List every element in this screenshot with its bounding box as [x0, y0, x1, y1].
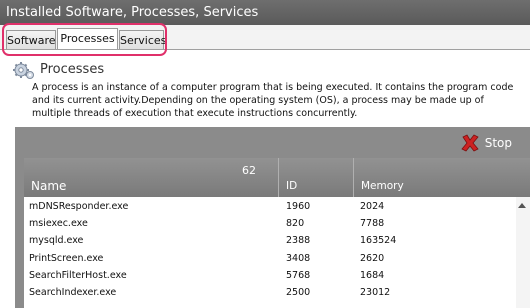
stop-label: Stop — [484, 136, 512, 150]
cell-id: 5768 — [286, 269, 311, 281]
cell-memory: 23012 — [360, 286, 391, 298]
column-header-name[interactable]: 62 Name — [24, 158, 279, 197]
cell-memory: 7788 — [360, 218, 385, 230]
red-x-icon — [461, 134, 479, 152]
table-row[interactable]: PrintScreen.exe 3408 2620 — [24, 249, 516, 266]
cell-memory: 163524 — [360, 235, 397, 247]
cell-name: PrintScreen.exe — [29, 252, 104, 264]
column-header-id[interactable]: ID — [279, 158, 354, 197]
cell-memory: 2024 — [360, 201, 385, 212]
column-label-name: Name — [31, 179, 67, 193]
column-label-id: ID — [286, 180, 298, 192]
process-count: 62 — [242, 164, 256, 177]
cell-name: msiexec.exe — [29, 218, 88, 230]
cell-name: SearchIndexer.exe — [29, 286, 117, 298]
column-header-memory[interactable]: Memory — [354, 158, 530, 197]
column-label-memory: Memory — [361, 180, 404, 192]
tab-bar: Software Processes Services — [0, 25, 530, 50]
table-body: mDNSResponder.exe 1960 2024 msiexec.exe … — [24, 197, 516, 308]
cell-id: 3408 — [286, 252, 311, 264]
section-title: Processes — [40, 62, 105, 77]
section-description: A process is an instance of a computer p… — [32, 82, 514, 119]
tab-software[interactable]: Software — [6, 30, 56, 50]
cell-name: mysqld.exe — [29, 235, 84, 247]
table-row[interactable]: mysqld.exe 2388 163524 — [24, 231, 516, 248]
stop-button[interactable]: Stop — [460, 132, 512, 154]
cell-id: 1960 — [286, 201, 311, 212]
scroll-up-arrow-icon[interactable] — [518, 203, 526, 208]
gears-icon — [13, 62, 34, 79]
cell-name: SearchFilterHost.exe — [29, 269, 127, 281]
tab-services[interactable]: Services — [119, 30, 166, 50]
processes-page: Processes A process is an instance of a … — [0, 50, 530, 308]
window-title: Installed Software, Processes, Services — [0, 0, 530, 25]
table-row[interactable]: mDNSResponder.exe 1960 2024 — [24, 197, 516, 214]
table-row[interactable]: msiexec.exe 820 7788 — [24, 214, 516, 231]
cell-id: 820 — [286, 218, 305, 230]
table-row[interactable]: SearchIndexer.exe 2500 23012 — [24, 283, 516, 300]
cell-memory: 1684 — [360, 269, 385, 281]
tab-processes[interactable]: Processes — [57, 28, 118, 50]
processes-panel: Stop 62 Name ID Memory mDNSResponder.exe… — [15, 127, 530, 308]
cell-id: 2388 — [286, 235, 311, 247]
vertical-scrollbar[interactable] — [516, 197, 530, 308]
cell-name: mDNSResponder.exe — [29, 201, 129, 212]
cell-id: 2500 — [286, 286, 311, 298]
cell-memory: 2620 — [360, 252, 385, 264]
process-table: 62 Name ID Memory mDNSResponder.exe 1960… — [24, 158, 530, 308]
table-row[interactable]: SearchFilterHost.exe 5768 1684 — [24, 266, 516, 283]
table-header: 62 Name ID Memory — [24, 158, 530, 197]
